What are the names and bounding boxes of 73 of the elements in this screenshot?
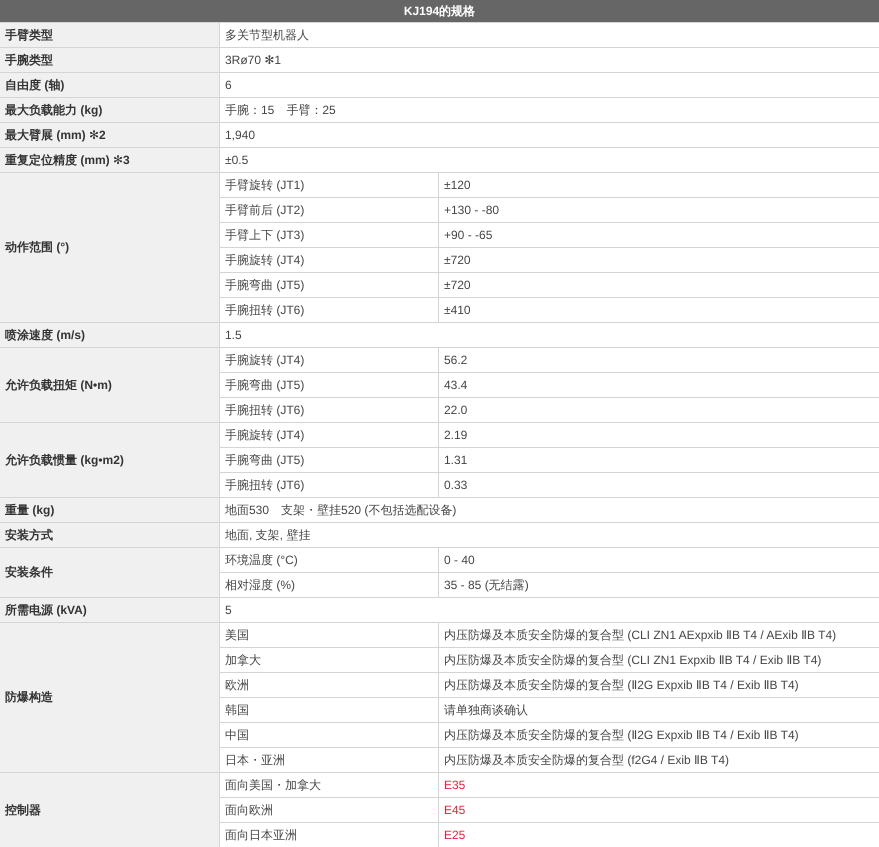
row-label: 最大负载能力 (kg) xyxy=(0,98,219,122)
row-label: 允许负载扭矩 (N•m) xyxy=(0,348,219,422)
row-label: 手腕类型 xyxy=(0,48,219,72)
row-label: 防爆构造 xyxy=(0,623,219,772)
value-cell: ±720 xyxy=(439,248,879,272)
value-cell: 56.2 xyxy=(439,348,879,372)
sub-label-cell: 加拿大 xyxy=(220,648,438,672)
sub-label-cell: 环境温度 (°C) xyxy=(220,548,438,572)
row-label: 喷涂速度 (m/s) xyxy=(0,323,219,347)
sub-label-cell: 手臂旋转 (JT1) xyxy=(220,173,438,197)
value-cell: 43.4 xyxy=(439,373,879,397)
value-cell: 6 xyxy=(220,73,879,97)
sub-label-cell: 相对湿度 (%) xyxy=(220,573,438,597)
sub-label-cell: 手腕扭转 (JT6) xyxy=(220,473,438,497)
value-cell: E25 xyxy=(439,823,879,847)
sub-label-cell: 面向日本亚洲 xyxy=(220,823,438,847)
value-cell: ±120 xyxy=(439,173,879,197)
value-cell: E45 xyxy=(439,798,879,822)
value-cell: 内压防爆及本质安全防爆的复合型 (Ⅱ2G Expxib ⅡB T4 / Exib ⅡB T4) xyxy=(439,723,879,747)
row-label: 安装条件 xyxy=(0,548,219,597)
value-cell: 22.0 xyxy=(439,398,879,422)
row-label: 自由度 (轴) xyxy=(0,73,219,97)
value-cell: 内压防爆及本质安全防爆的复合型 (CLI ZN1 Expxib ⅡB T4 / Exib ⅡB T4) xyxy=(439,648,879,672)
sub-label-cell: 手腕弯曲 (JT5) xyxy=(220,448,438,472)
value-cell: 1.31 xyxy=(439,448,879,472)
value-cell: 内压防爆及本质安全防爆的复合型 (f2G4 / Exib ⅡB T4) xyxy=(439,748,879,772)
value-cell: 内压防爆及本质安全防爆的复合型 (CLI ZN1 AExpxib ⅡB T4 / AExib ⅡB T4) xyxy=(439,623,879,647)
row-label: 重复定位精度 (mm) ✻3 xyxy=(0,148,219,172)
value-cell: 0 - 40 xyxy=(439,548,879,572)
value-cell: ±410 xyxy=(439,298,879,322)
value-cell: 内压防爆及本质安全防爆的复合型 (Ⅱ2G Expxib ⅡB T4 / Exib ⅡB T4) xyxy=(439,673,879,697)
sub-label-cell: 手腕旋转 (JT4) xyxy=(220,248,438,272)
sub-label-cell: 手腕弯曲 (JT5) xyxy=(220,273,438,297)
row-label: 控制器 xyxy=(0,773,219,847)
sub-label-cell: 手腕旋转 (JT4) xyxy=(220,423,438,447)
sub-label-cell: 美国 xyxy=(220,623,438,647)
sub-label-cell: 面向欧洲 xyxy=(220,798,438,822)
sub-label-cell: 手臂前后 (JT2) xyxy=(220,198,438,222)
row-label: 动作范围 (°) xyxy=(0,173,219,322)
value-cell: 地面530 支架・壁挂520 (不包括选配设备) xyxy=(220,498,879,522)
value-cell: 多关节型机器人 xyxy=(220,23,879,47)
sub-label-cell: 手臂上下 (JT3) xyxy=(220,223,438,247)
value-cell: E35 xyxy=(439,773,879,797)
value-cell: 地面, 支架, 壁挂 xyxy=(220,523,879,547)
value-cell: 2.19 xyxy=(439,423,879,447)
sub-label-cell: 欧洲 xyxy=(220,673,438,697)
value-cell: 5 xyxy=(220,598,879,622)
sub-label-cell: 中国 xyxy=(220,723,438,747)
sub-label-cell: 面向美国・加拿大 xyxy=(220,773,438,797)
row-label: 允许负载惯量 (kg•m2) xyxy=(0,423,219,497)
sub-label-cell: 日本・亚洲 xyxy=(220,748,438,772)
value-cell: +130 - -80 xyxy=(439,198,879,222)
value-cell: 35 - 85 (无结露) xyxy=(439,573,879,597)
table-title: KJ194的规格 xyxy=(0,0,879,23)
sub-label-cell: 手腕扭转 (JT6) xyxy=(220,398,438,422)
row-label: 最大臂展 (mm) ✻2 xyxy=(0,123,219,147)
value-cell: 1.5 xyxy=(220,323,879,347)
value-cell: 1,940 xyxy=(220,123,879,147)
sub-label-cell: 韩国 xyxy=(220,698,438,722)
value-cell: 0.33 xyxy=(439,473,879,497)
row-label: 手臂类型 xyxy=(0,23,219,47)
row-label: 重量 (kg) xyxy=(0,498,219,522)
value-cell: 手腕：15 手臂：25 xyxy=(220,98,879,122)
value-cell: 3Rø70 ✻1 xyxy=(220,48,879,72)
value-cell: +90 - -65 xyxy=(439,223,879,247)
sub-label-cell: 手腕弯曲 (JT5) xyxy=(220,373,438,397)
value-cell: ±0.5 xyxy=(220,148,879,172)
row-label: 所需电源 (kVA) xyxy=(0,598,219,622)
sub-label-cell: 手腕旋转 (JT4) xyxy=(220,348,438,372)
value-cell: ±720 xyxy=(439,273,879,297)
value-cell: 请单独商谈确认 xyxy=(439,698,879,722)
sub-label-cell: 手腕扭转 (JT6) xyxy=(220,298,438,322)
row-label: 安装方式 xyxy=(0,523,219,547)
